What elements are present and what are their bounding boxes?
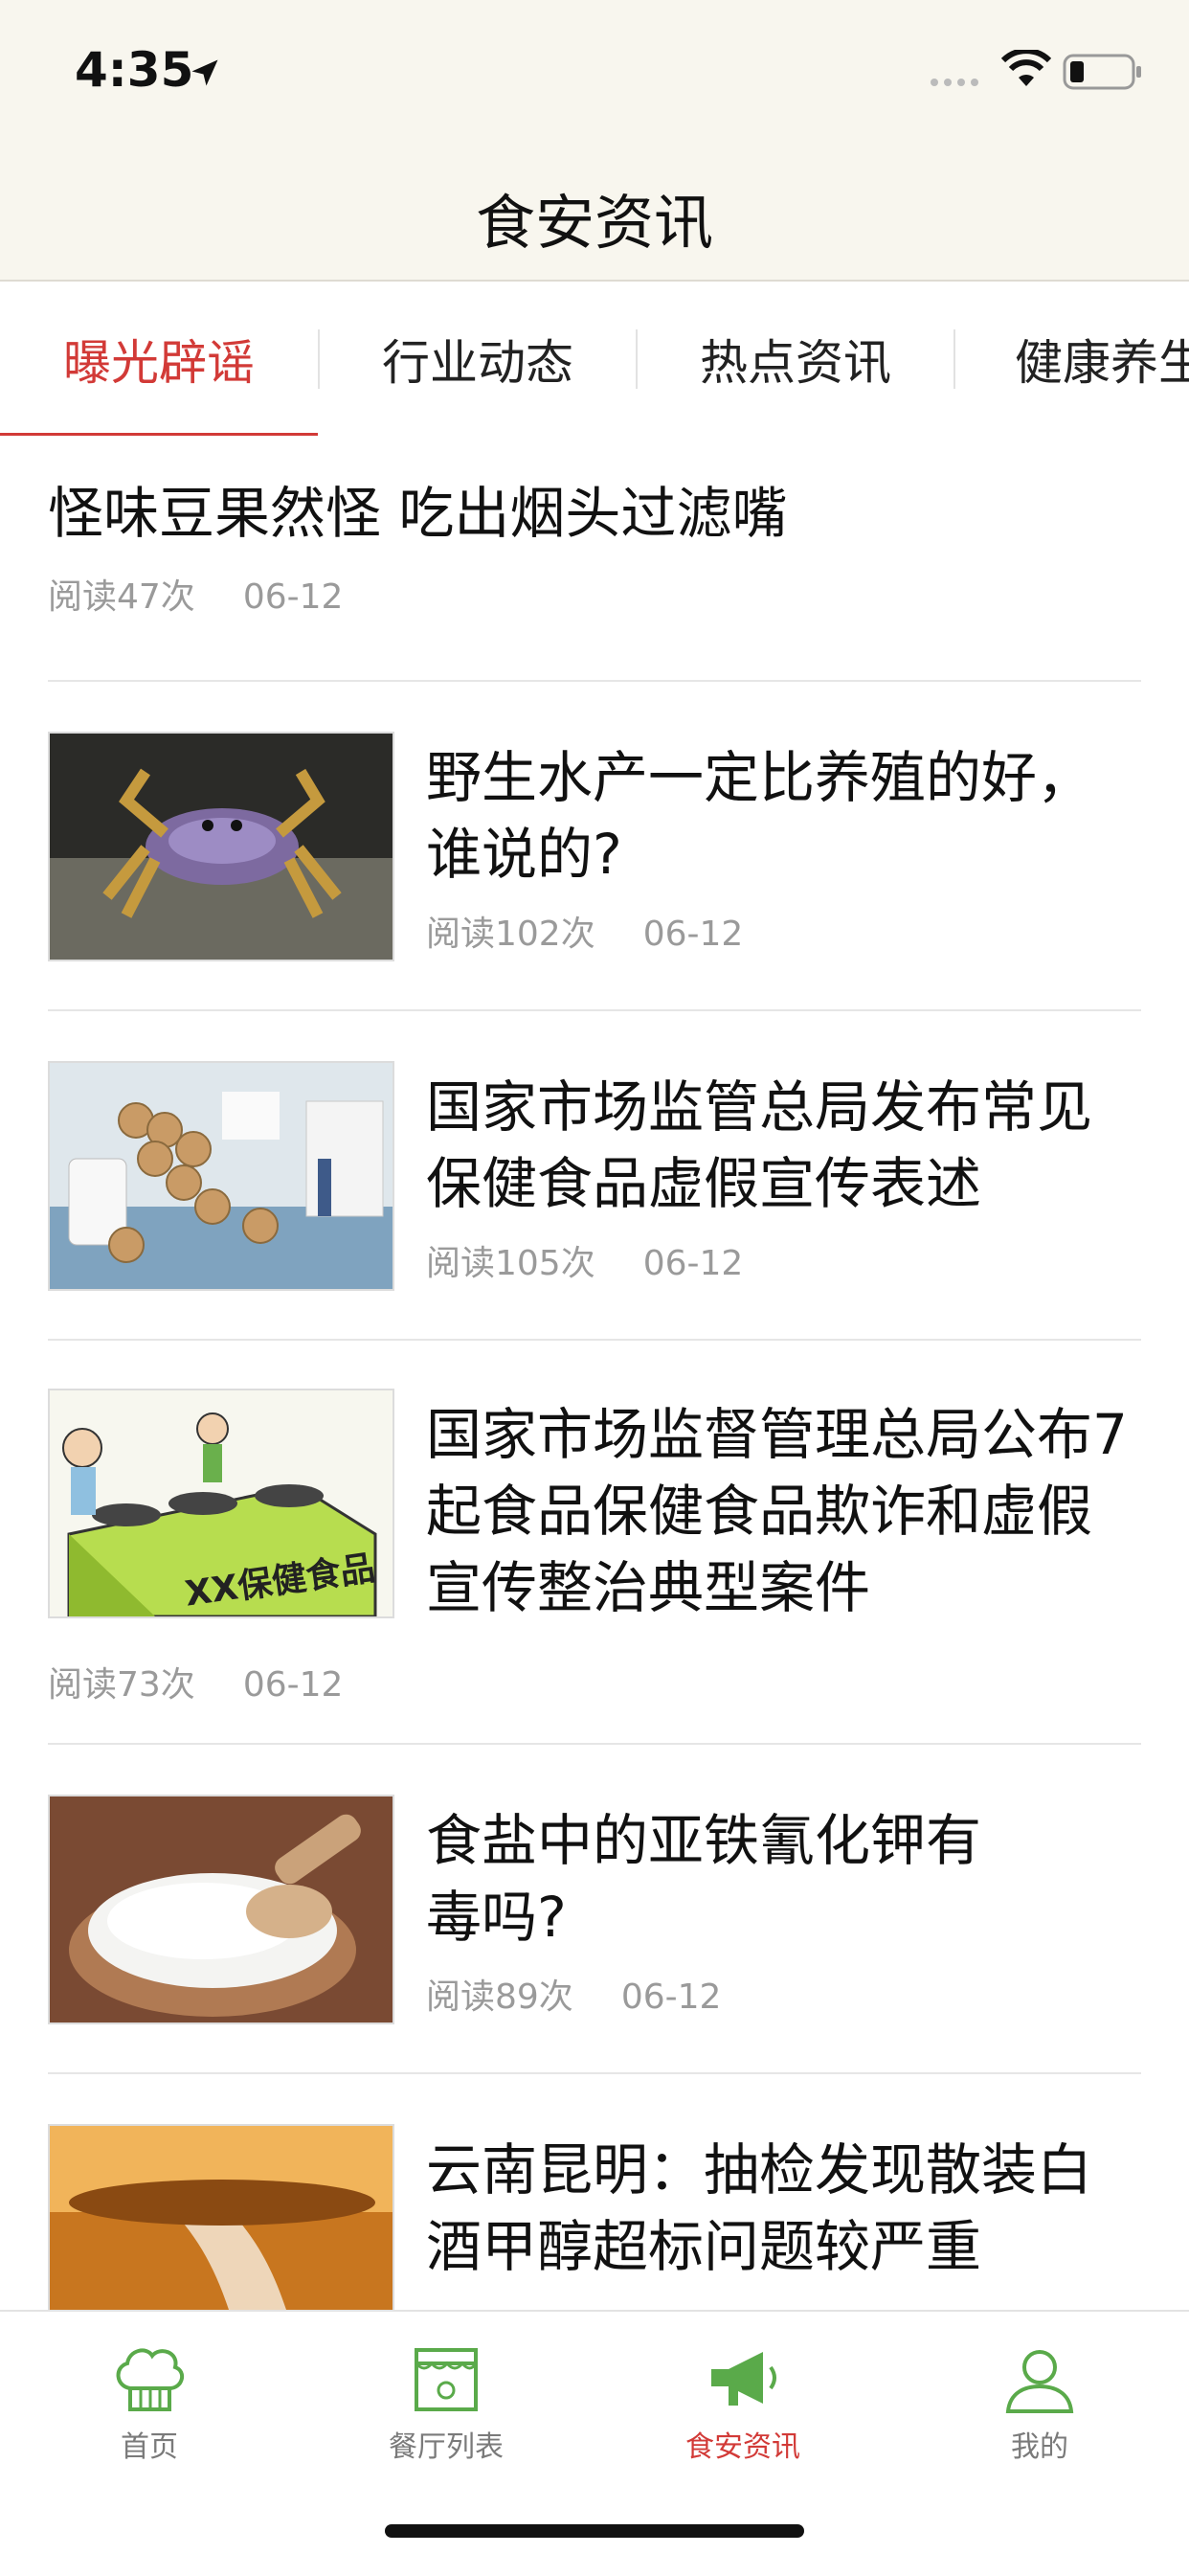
article-date: 06-12	[642, 915, 744, 954]
article-item[interactable]: XX保健食品 国家市场监督管理总局公布7起食品保健食品欺诈和虚假宣传整治典型案件…	[48, 1389, 1141, 1714]
restaurant-storefront-icon	[415, 2348, 478, 2411]
article-title: 国家市场监管总局发布常见保健食品虚假宣传表述	[426, 1074, 1093, 1216]
tabbar-label: 食安资讯	[685, 2430, 800, 2464]
status-time: 4:35	[75, 42, 194, 98]
home-indicator[interactable]	[385, 2524, 804, 2538]
article-thumbnail-liquor	[48, 2124, 394, 2310]
article-thumbnail-cartoon: XX保健食品	[48, 1389, 394, 1618]
status-bar: 4:35	[0, 0, 1189, 144]
list-divider	[48, 1339, 1141, 1341]
article-meta: 阅读89次 06-12	[426, 1969, 1000, 2019]
article-thumbnail-crab	[48, 732, 394, 961]
article-title: 国家市场监督管理总局公布7起食品保健食品欺诈和虚假宣传整治典型案件	[426, 1402, 1128, 1620]
read-count: 阅读89次	[426, 1977, 573, 2017]
article-item[interactable]: 云南昆明：抽检发现散装白酒甲醇超标问题较严重	[48, 2124, 1141, 2310]
tabbar-profile[interactable]: 我的	[944, 2333, 1135, 2465]
active-tab-indicator	[0, 433, 318, 436]
tab-industry-news[interactable]: 行业动态	[320, 282, 636, 437]
article-item[interactable]: 食盐中的亚铁氰化钾有毒吗? 阅读89次 06-12	[48, 1795, 1141, 2024]
article-item[interactable]: 怪味豆果然怪 吃出烟头过滤嘴 阅读47次 06-12	[48, 475, 1141, 619]
article-title: 云南昆明：抽检发现散装白酒甲醇超标问题较严重	[426, 2137, 1093, 2279]
article-list: 怪味豆果然怪 吃出烟头过滤嘴 阅读47次 06-12 野生水产一定比养殖的好，谁说…	[0, 437, 1189, 2310]
cellular-signal-icon	[931, 79, 978, 86]
tabbar-label: 首页	[121, 2430, 178, 2464]
article-title: 食盐中的亚铁氰化钾有毒吗?	[426, 1808, 982, 1950]
article-date: 06-12	[620, 1977, 722, 2017]
wifi-icon	[1001, 50, 1051, 86]
article-title: 怪味豆果然怪 吃出烟头过滤嘴	[48, 481, 788, 546]
list-divider	[48, 1743, 1141, 1745]
tabbar-label: 我的	[1011, 2430, 1068, 2464]
article-date: 06-12	[242, 577, 344, 617]
article-title: 野生水产一定比养殖的好，谁说的?	[426, 745, 1093, 887]
list-divider	[48, 680, 1141, 682]
tabbar-food-safety-news[interactable]: 食安资讯	[647, 2333, 839, 2465]
chef-hat-icon	[116, 2348, 185, 2411]
user-icon	[1005, 2350, 1074, 2413]
navigation-bar: 食安资讯	[0, 144, 1189, 282]
read-count: 阅读73次	[48, 1665, 195, 1705]
tabbar-label: 餐厅列表	[389, 2430, 504, 2464]
read-count: 阅读47次	[48, 577, 195, 617]
tab-exposure-rumor[interactable]: 曝光辟谣	[0, 282, 318, 437]
read-count: 阅读102次	[426, 915, 595, 954]
article-date: 06-12	[642, 1244, 744, 1283]
article-meta: 阅读102次 06-12	[426, 906, 1141, 956]
article-meta: 阅读105次 06-12	[426, 1235, 1141, 1285]
article-meta: 阅读47次 06-12	[48, 569, 1141, 619]
list-divider	[48, 1009, 1141, 1011]
article-date: 06-12	[242, 1665, 344, 1705]
article-meta: 阅读73次 06-12	[48, 1657, 391, 1706]
article-thumbnail-salt	[48, 1795, 394, 2024]
megaphone-icon	[711, 2352, 776, 2406]
page-title: 食安资讯	[475, 188, 713, 258]
read-count: 阅读105次	[426, 1244, 595, 1283]
category-tabs: 曝光辟谣 行业动态 热点资讯 健康养生	[0, 282, 1189, 437]
battery-icon	[1063, 54, 1141, 90]
article-thumbnail-supplements	[48, 1061, 394, 1291]
tabbar-home[interactable]: 首页	[54, 2333, 245, 2465]
location-arrow-icon	[191, 59, 218, 86]
article-item[interactable]: 野生水产一定比养殖的好，谁说的? 阅读102次 06-12	[48, 732, 1141, 961]
tab-health[interactable]: 健康养生	[955, 282, 1189, 437]
tabbar-restaurant-list[interactable]: 餐厅列表	[350, 2333, 542, 2465]
article-item[interactable]: 国家市场监管总局发布常见保健食品虚假宣传表述 阅读105次 06-12	[48, 1061, 1141, 1291]
list-divider	[48, 2072, 1141, 2074]
tab-hot-news[interactable]: 热点资讯	[638, 282, 953, 437]
